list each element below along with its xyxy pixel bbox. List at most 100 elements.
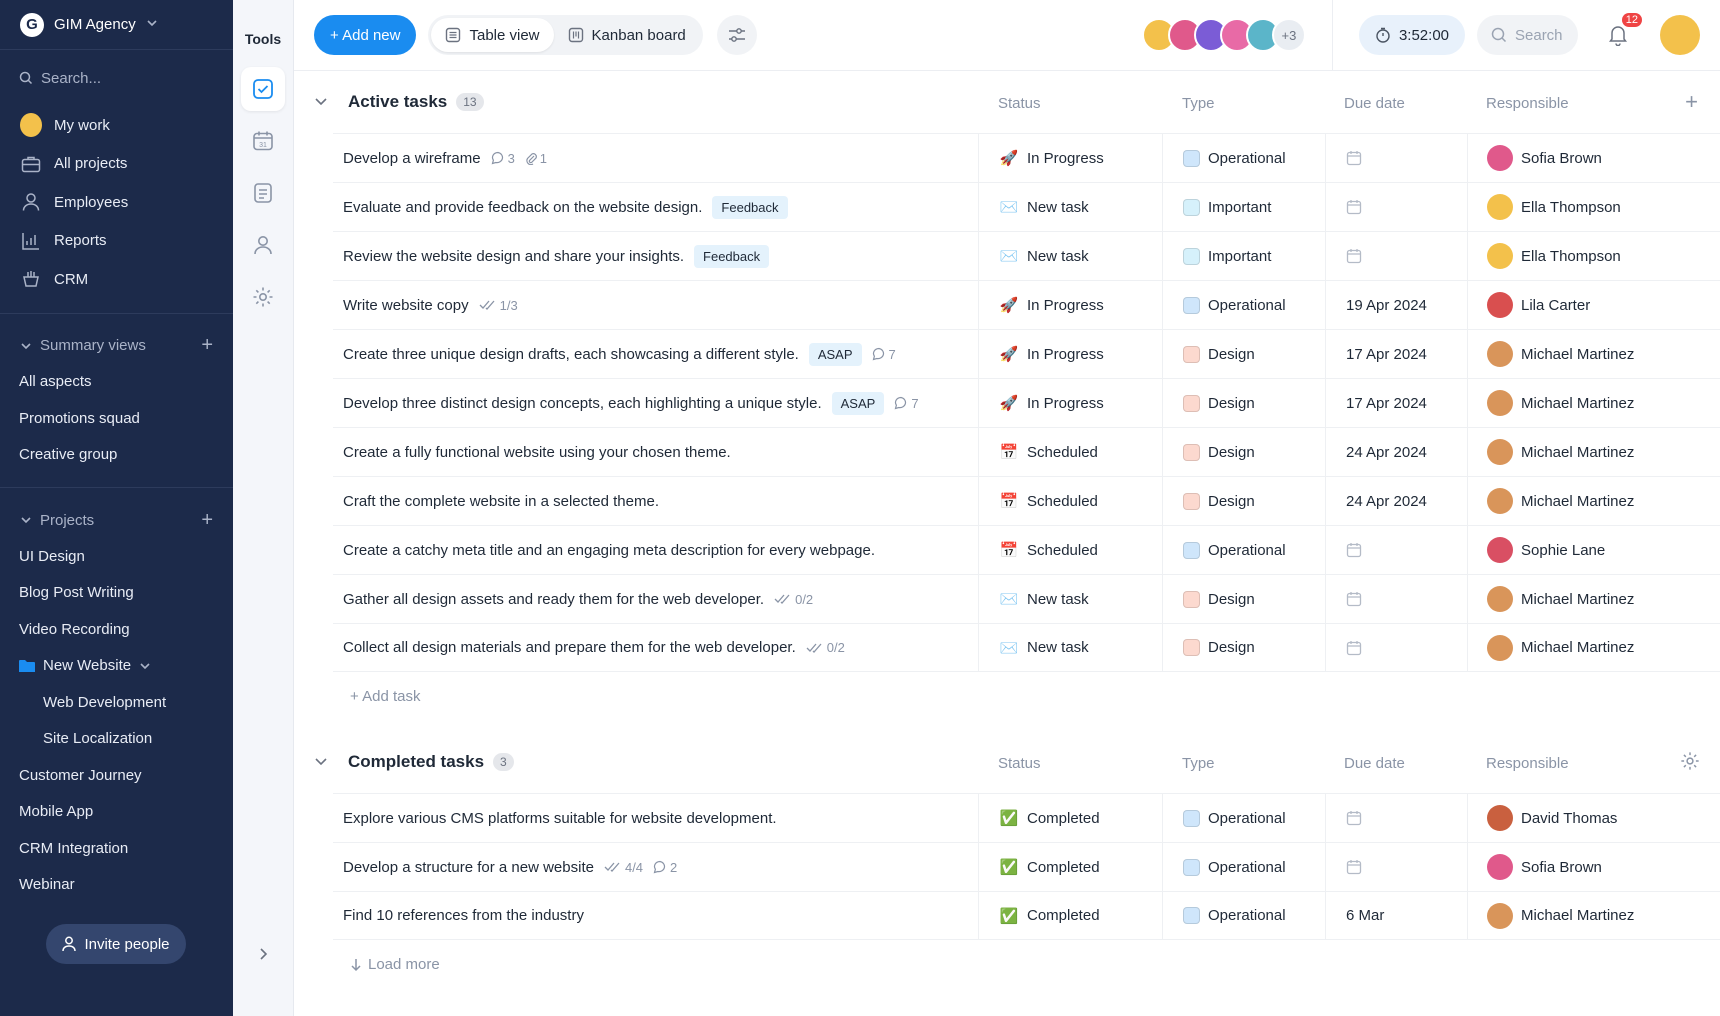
task-name-cell[interactable]: Gather all design assets and ready them … [333,575,979,623]
table-row[interactable]: Find 10 references from the industry ✅ Com… [333,891,1720,940]
status-cell[interactable]: 🚀 In Progress [979,134,1163,182]
section-settings-button[interactable] [1680,751,1700,775]
add-new-button[interactable]: + Add new [314,15,417,55]
status-cell[interactable]: ✉️ New task [979,575,1163,623]
workspace-switcher[interactable]: G GIM Agency [0,0,233,50]
summary-views-header[interactable]: Summary views + [0,328,233,364]
invite-people-button[interactable]: Invite people [46,924,186,964]
add-project-button[interactable]: + [201,509,213,532]
tool-notes[interactable] [241,171,285,215]
status-cell[interactable]: 📅 Scheduled [979,428,1163,476]
table-row[interactable]: Create a fully functional website using … [333,427,1720,476]
task-name-cell[interactable]: Develop a structure for a new website 4/4… [333,843,979,891]
table-view-button[interactable]: Table view [431,18,554,52]
column-header-type[interactable]: Type [1182,755,1215,772]
nav-my-work[interactable]: My work [0,106,233,145]
kanban-board-button[interactable]: Kanban board [554,18,700,52]
due-date-cell[interactable] [1326,624,1468,671]
responsible-cell[interactable]: Michael Martinez [1468,428,1720,476]
due-date-cell[interactable] [1326,843,1468,891]
nav-all-projects[interactable]: All projects [0,145,233,184]
due-date-cell[interactable]: 24 Apr 2024 [1326,428,1468,476]
task-name-cell[interactable]: Create three unique design drafts, each … [333,330,979,378]
responsible-cell[interactable]: Michael Martinez [1468,477,1720,525]
task-name-cell[interactable]: Create a catchy meta title and an engagi… [333,526,979,574]
table-row[interactable]: Craft the complete website in a selected… [333,476,1720,525]
comments-count[interactable]: 3 [491,151,515,166]
project-item-web-development[interactable]: Web Development [0,684,233,721]
project-item[interactable]: UI Design [0,538,233,575]
summary-view-item[interactable]: All aspects [0,364,233,401]
table-row[interactable]: Develop a wireframe 3 1 🚀 In Progress Operati… [333,133,1720,182]
status-cell[interactable]: 🚀 In Progress [979,379,1163,427]
type-cell[interactable]: Operational [1163,794,1326,842]
task-name-cell[interactable]: Explore various CMS platforms suitable f… [333,794,979,842]
type-cell[interactable]: Operational [1163,526,1326,574]
responsible-cell[interactable]: Michael Martinez [1468,575,1720,623]
responsible-cell[interactable]: Ella Thompson [1468,183,1720,231]
column-header-responsible[interactable]: Responsible [1486,95,1569,112]
project-item[interactable]: Video Recording [0,611,233,648]
comments-count[interactable]: 2 [653,860,677,875]
table-row[interactable]: Review the website design and share your… [333,231,1720,280]
responsible-cell[interactable]: Lila Carter [1468,281,1720,329]
task-tag[interactable]: ASAP [831,391,885,415]
type-cell[interactable]: Design [1163,330,1326,378]
tool-settings[interactable] [241,275,285,319]
status-cell[interactable]: ✅ Completed [979,843,1163,891]
type-cell[interactable]: Operational [1163,281,1326,329]
task-tag[interactable]: Feedback [694,244,770,268]
status-cell[interactable]: 🚀 In Progress [979,281,1163,329]
collapse-toggle[interactable] [314,754,338,771]
status-cell[interactable]: 📅 Scheduled [979,477,1163,525]
type-cell[interactable]: Operational [1163,892,1326,939]
type-cell[interactable]: Design [1163,575,1326,623]
column-header-due-date[interactable]: Due date [1344,755,1405,772]
type-cell[interactable]: Design [1163,379,1326,427]
column-header-responsible[interactable]: Responsible [1486,755,1569,772]
column-header-type[interactable]: Type [1182,95,1215,112]
nav-reports[interactable]: Reports [0,222,233,261]
due-date-cell[interactable] [1326,575,1468,623]
table-row[interactable]: Create a catchy meta title and an engagi… [333,525,1720,574]
responsible-cell[interactable]: Michael Martinez [1468,379,1720,427]
project-folder-new-website[interactable]: New Website [0,648,233,685]
responsible-cell[interactable]: Ella Thompson [1468,232,1720,280]
due-date-cell[interactable] [1326,794,1468,842]
projects-header[interactable]: Projects + [0,502,233,538]
responsible-cell[interactable]: Sofia Brown [1468,843,1720,891]
responsible-cell[interactable]: David Thomas [1468,794,1720,842]
table-row[interactable]: Develop three distinct design concepts, … [333,378,1720,427]
table-row[interactable]: Create three unique design drafts, each … [333,329,1720,378]
due-date-cell[interactable]: 6 Mar [1326,892,1468,939]
time-tracker[interactable]: 3:52:00 [1358,15,1465,55]
status-cell[interactable]: ✉️ New task [979,232,1163,280]
project-item[interactable]: Webinar [0,867,233,904]
project-item-site-localization[interactable]: Site Localization [0,721,233,758]
due-date-cell[interactable]: 19 Apr 2024 [1326,281,1468,329]
due-date-cell[interactable] [1326,183,1468,231]
due-date-cell[interactable] [1326,232,1468,280]
task-name-cell[interactable]: Find 10 references from the industry [333,892,979,939]
status-cell[interactable]: ✉️ New task [979,624,1163,671]
column-header-status[interactable]: Status [998,95,1041,112]
table-row[interactable]: Collect all design materials and prepare… [333,623,1720,672]
column-header-status[interactable]: Status [998,755,1041,772]
filter-button[interactable] [716,15,757,55]
due-date-cell[interactable]: 24 Apr 2024 [1326,477,1468,525]
add-column-button[interactable]: + [1685,89,1698,115]
responsible-cell[interactable]: Michael Martinez [1468,330,1720,378]
task-tag[interactable]: Feedback [712,195,788,219]
due-date-cell[interactable]: 17 Apr 2024 [1326,330,1468,378]
status-cell[interactable]: 📅 Scheduled [979,526,1163,574]
task-name-cell[interactable]: Develop a wireframe 3 1 [333,134,979,182]
add-summary-view-button[interactable]: + [201,334,213,357]
task-name-cell[interactable]: Develop three distinct design concepts, … [333,379,979,427]
comments-count[interactable]: 7 [894,396,919,411]
type-cell[interactable]: Design [1163,477,1326,525]
status-cell[interactable]: ✅ Completed [979,892,1163,939]
user-avatar[interactable] [1660,15,1700,55]
notifications-button[interactable]: 12 [1598,13,1642,55]
task-name-cell[interactable]: Write website copy 1/3 [333,281,979,329]
responsible-cell[interactable]: Sofia Brown [1468,134,1720,182]
